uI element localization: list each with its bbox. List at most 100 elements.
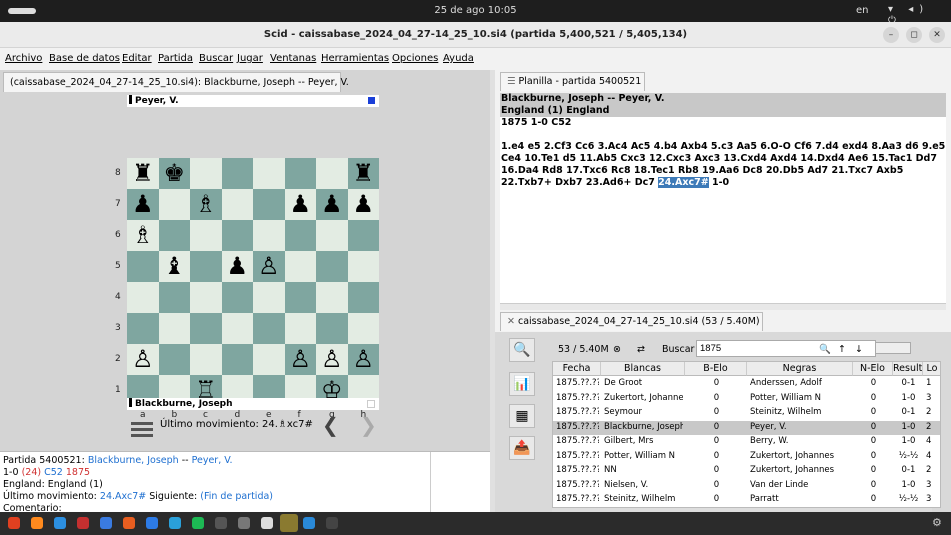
column-header[interactable]: Negras: [747, 362, 853, 376]
document-icon[interactable]: [261, 517, 273, 529]
minimize-button[interactable]: –: [883, 27, 899, 43]
search-filter-icon[interactable]: 🔍: [509, 338, 535, 362]
square-d2[interactable]: [221, 344, 253, 375]
arrow-down-icon[interactable]: ↓: [855, 344, 863, 355]
square-h4[interactable]: [347, 282, 379, 313]
edge-icon[interactable]: [54, 517, 66, 529]
black-player-link[interactable]: Peyer, V.: [192, 455, 233, 466]
square-e4[interactable]: [253, 282, 285, 313]
square-b3[interactable]: [158, 313, 190, 344]
menu-buscar[interactable]: Buscar: [199, 53, 233, 64]
square-d7[interactable]: [221, 189, 253, 220]
table-row[interactable]: 1875.??.?? Nielsen, V. 0 Van der Linde 0 1-0 3: [553, 479, 940, 494]
white-player-link[interactable]: Blackburne, Joseph: [88, 455, 179, 466]
table-row[interactable]: 1875.??.?? Steinitz, Wilhelm 0 Parratt 0 ½-½ 3: [553, 493, 940, 507]
square-c5[interactable]: [190, 251, 222, 282]
help-icon[interactable]: [146, 517, 158, 529]
slider[interactable]: [875, 342, 911, 354]
tab-pgn[interactable]: ☰ Planilla - partida 5400521: [500, 72, 645, 91]
table-row[interactable]: 1875.??.?? Seymour 0 Steinitz, Wilhelm 0 0-1 2: [553, 406, 940, 421]
square-b8[interactable]: ♚: [158, 158, 190, 189]
tab-game-list[interactable]: ✕ caissabase_2024_04_27-14_25_10.si4 (53…: [500, 312, 763, 331]
settings-gear-icon[interactable]: ⚙: [932, 516, 942, 529]
square-b6[interactable]: [158, 220, 190, 251]
square-d3[interactable]: [221, 313, 253, 344]
square-e5[interactable]: ♙: [253, 251, 285, 282]
square-a6[interactable]: ♗: [127, 220, 159, 251]
maximize-button[interactable]: ◻: [906, 27, 922, 43]
square-e8[interactable]: [253, 158, 285, 189]
square-g8[interactable]: [316, 158, 348, 189]
square-h2[interactable]: ♙: [347, 344, 379, 375]
spotify-icon[interactable]: [192, 517, 204, 529]
square-f3[interactable]: [284, 313, 316, 344]
last-move-link[interactable]: 24.Axc7#: [100, 491, 146, 502]
square-g3[interactable]: [316, 313, 348, 344]
prev-move-icon[interactable]: ❮: [322, 413, 339, 437]
column-header[interactable]: Blancas: [601, 362, 685, 376]
brave-icon[interactable]: [8, 517, 20, 529]
table-row[interactable]: 1875.??.?? Potter, William N 0 Zukertort, J…: [553, 450, 940, 465]
menu-jugar[interactable]: Jugar: [237, 53, 263, 64]
square-e7[interactable]: [253, 189, 285, 220]
language-indicator[interactable]: en: [856, 5, 869, 16]
square-f6[interactable]: [284, 220, 316, 251]
firefox-icon[interactable]: [31, 517, 43, 529]
square-f8[interactable]: [284, 158, 316, 189]
square-c8[interactable]: [190, 158, 222, 189]
square-a7[interactable]: ♟: [127, 189, 159, 220]
telegram-icon[interactable]: [169, 517, 181, 529]
square-g2[interactable]: ♙: [316, 344, 348, 375]
square-a8[interactable]: ♜: [127, 158, 159, 189]
stats-chart-icon[interactable]: 📊: [509, 372, 535, 396]
square-a5[interactable]: [127, 251, 159, 282]
square-a4[interactable]: [127, 282, 159, 313]
menu-opciones[interactable]: Opciones: [392, 53, 438, 64]
square-d8[interactable]: [221, 158, 253, 189]
square-h5[interactable]: [347, 251, 379, 282]
menu-ventanas[interactable]: Ventanas: [270, 53, 316, 64]
square-e3[interactable]: [253, 313, 285, 344]
square-h3[interactable]: [347, 313, 379, 344]
next-move-link[interactable]: (Fin de partida): [200, 491, 273, 502]
square-d6[interactable]: [221, 220, 253, 251]
square-f5[interactable]: [284, 251, 316, 282]
chess-board[interactable]: ♜ ♚ ♜ ♟ ♗ ♟ ♟ ♟ ♗ ♝ ♟ ♙ ♙ ♙ ♙ ♙ ♖ ♔: [127, 158, 379, 406]
terminal-icon[interactable]: [215, 517, 227, 529]
square-c4[interactable]: [190, 282, 222, 313]
table-row[interactable]: 1875.??.?? NN 0 Zukertort, Johannes 0 0-1 2: [553, 464, 940, 479]
tab-board[interactable]: (caissabase_2024_04_27-14_25_10.si4): Bl…: [3, 72, 349, 92]
column-header[interactable]: Resulta: [893, 362, 923, 376]
menu-ayuda[interactable]: Ayuda: [443, 53, 474, 64]
square-e2[interactable]: [253, 344, 285, 375]
menu-editar[interactable]: Editar: [122, 53, 152, 64]
square-e6[interactable]: [253, 220, 285, 251]
table-row[interactable]: 1875.??.?? De Groot 0 Anderssen, Adolf 0 0-1 1: [553, 377, 940, 392]
square-c6[interactable]: [190, 220, 222, 251]
pgn-view[interactable]: Blackburne, Joseph -- Peyer, V. England …: [500, 93, 946, 303]
table-row[interactable]: 1875.??.?? Zukertort, Johanne 0 Potter, Wil…: [553, 392, 940, 407]
menu-herramientas[interactable]: Herramientas: [321, 53, 389, 64]
app-icon-2[interactable]: [326, 517, 338, 529]
square-g7[interactable]: ♟: [316, 189, 348, 220]
square-b5[interactable]: ♝: [158, 251, 190, 282]
square-b7[interactable]: [158, 189, 190, 220]
next-move-icon[interactable]: ❯: [360, 413, 377, 437]
table-row[interactable]: 1875.??.?? Gilbert, Mrs 0 Berry, W. 0 1-0 4: [553, 435, 940, 450]
search-icon[interactable]: 🔍: [819, 344, 831, 355]
square-h6[interactable]: [347, 220, 379, 251]
close-button[interactable]: ✕: [929, 27, 945, 43]
square-c2[interactable]: [190, 344, 222, 375]
files-icon[interactable]: [123, 517, 135, 529]
column-header[interactable]: Fecha: [553, 362, 601, 376]
menu-partida[interactable]: Partida: [158, 53, 193, 64]
square-a2[interactable]: ♙: [127, 344, 159, 375]
mail-icon[interactable]: [77, 517, 89, 529]
scid-active-icon[interactable]: [280, 514, 298, 532]
clock[interactable]: 25 de ago 10:05: [0, 5, 951, 16]
square-c7[interactable]: ♗: [190, 189, 222, 220]
menu-base-de-datos[interactable]: Base de datos: [49, 53, 120, 64]
table-row[interactable]: 1875.??.?? Blackburne, Joseph 0 Peyer, V. 0 1…: [553, 420, 940, 435]
board-grid-icon[interactable]: ▦: [509, 404, 535, 428]
square-h8[interactable]: ♜: [347, 158, 379, 189]
